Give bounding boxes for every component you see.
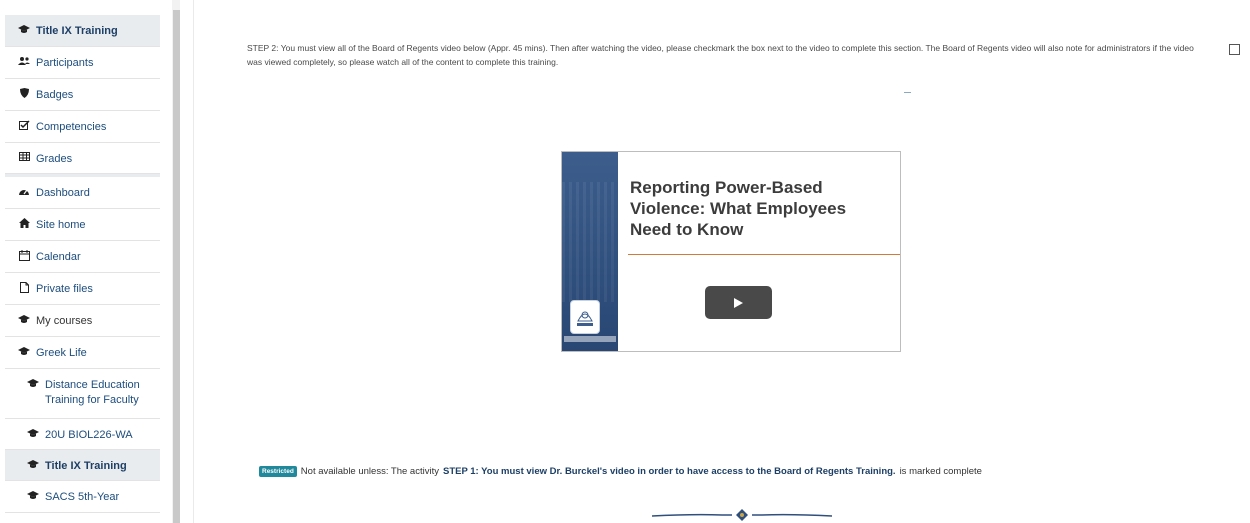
seal-caption [564,336,616,342]
sidebar-scrollbar-thumb[interactable] [173,10,180,523]
sidebar-item-label: Title IX Training [45,460,127,472]
restriction-activity-link[interactable]: STEP 1: You must view Dr. Burckel's vide… [443,466,896,477]
sidebar-item-site-home[interactable]: Site home [5,209,160,241]
sidebar-item-grades[interactable]: Grades [5,143,160,174]
sidebar-item-title-ix-training-current[interactable]: Title IX Training [5,450,160,481]
video-side-panel [562,152,618,351]
checkbox-icon [18,120,30,130]
sidebar-item-label: Site home [36,219,86,231]
sidebar-item-label: 20U BIOL226-WA [45,429,133,441]
regents-seal-icon [570,300,600,334]
decorative-divider [652,509,832,521]
calendar-icon [18,250,30,261]
graduation-cap-icon [27,428,39,438]
step-2-instructions: STEP 2: You must view all of the Board o… [247,43,1194,67]
sidebar-item-label: Title IX Training [36,25,118,37]
play-button[interactable] [705,286,772,319]
sidebar-item-label: Private files [36,283,93,295]
sidebar-item-label: Participants [36,57,94,69]
restriction-suffix: is marked complete [899,466,982,477]
graduation-cap-icon [18,346,30,356]
sidebar-item-label: Badges [36,89,74,101]
table-icon [18,152,30,161]
file-icon [18,282,30,293]
video-title: Reporting Power-Based Violence: What Emp… [630,178,847,239]
graduation-cap-icon [27,490,39,500]
graduation-cap-icon [18,314,30,324]
sidebar-item-title-ix-training[interactable]: Title IX Training [5,15,160,47]
divider-dash [904,92,911,93]
shield-icon [18,88,30,98]
graduation-cap-icon [18,24,30,34]
sidebar-item-label: Greek Life [36,347,87,359]
users-icon [18,56,30,66]
sidebar-item-dashboard[interactable]: Dashboard [5,177,160,209]
dashboard-icon [18,186,30,196]
sidebar-item-greek-life[interactable]: Greek Life [5,337,160,369]
sidebar-item-private-files[interactable]: Private files [5,273,160,305]
sidebar-item-participants[interactable]: Participants [5,47,160,79]
restriction-notice: Restricted Not available unless: The act… [259,466,982,477]
graduation-cap-icon [27,459,39,469]
sidebar-item-label: Distance Education Training for Faculty [45,379,140,406]
sidebar-item-label: Competencies [36,121,107,133]
sidebar-item-distance-education[interactable]: Distance Education Training for Faculty [5,369,160,419]
sidebar-item-sacs-5th-year[interactable]: SACS 5th-Year [5,481,160,513]
sidebar-item-badges[interactable]: Badges [5,79,160,111]
sidebar-item-label: Calendar [36,251,81,263]
home-icon [18,218,30,228]
completion-checkbox[interactable] [1229,44,1240,55]
video-title-rule [628,254,900,255]
sidebar-item-label: Dashboard [36,187,90,199]
content-divider [193,0,194,523]
play-icon [734,297,743,308]
sidebar-item-competencies[interactable]: Competencies [5,111,160,143]
graduation-cap-icon [27,378,39,388]
restricted-badge: Restricted [259,466,297,477]
sidebar-item-calendar[interactable]: Calendar [5,241,160,273]
sidebar-item-label: My courses [36,315,93,327]
sidebar-item-label: Grades [36,153,73,165]
sidebar-item-20u-biol226[interactable]: 20U BIOL226-WA [5,419,160,450]
sidebar-item-my-courses[interactable]: My courses [5,305,160,337]
sidebar-item-label: SACS 5th-Year [45,491,120,503]
video-player[interactable]: Reporting Power-Based Violence: What Emp… [561,151,901,352]
course-nav-drawer: Title IX Training Participants Badges Co… [5,15,160,523]
capitol-image [562,182,618,302]
restriction-prefix: Not available unless: The activity [300,466,439,477]
